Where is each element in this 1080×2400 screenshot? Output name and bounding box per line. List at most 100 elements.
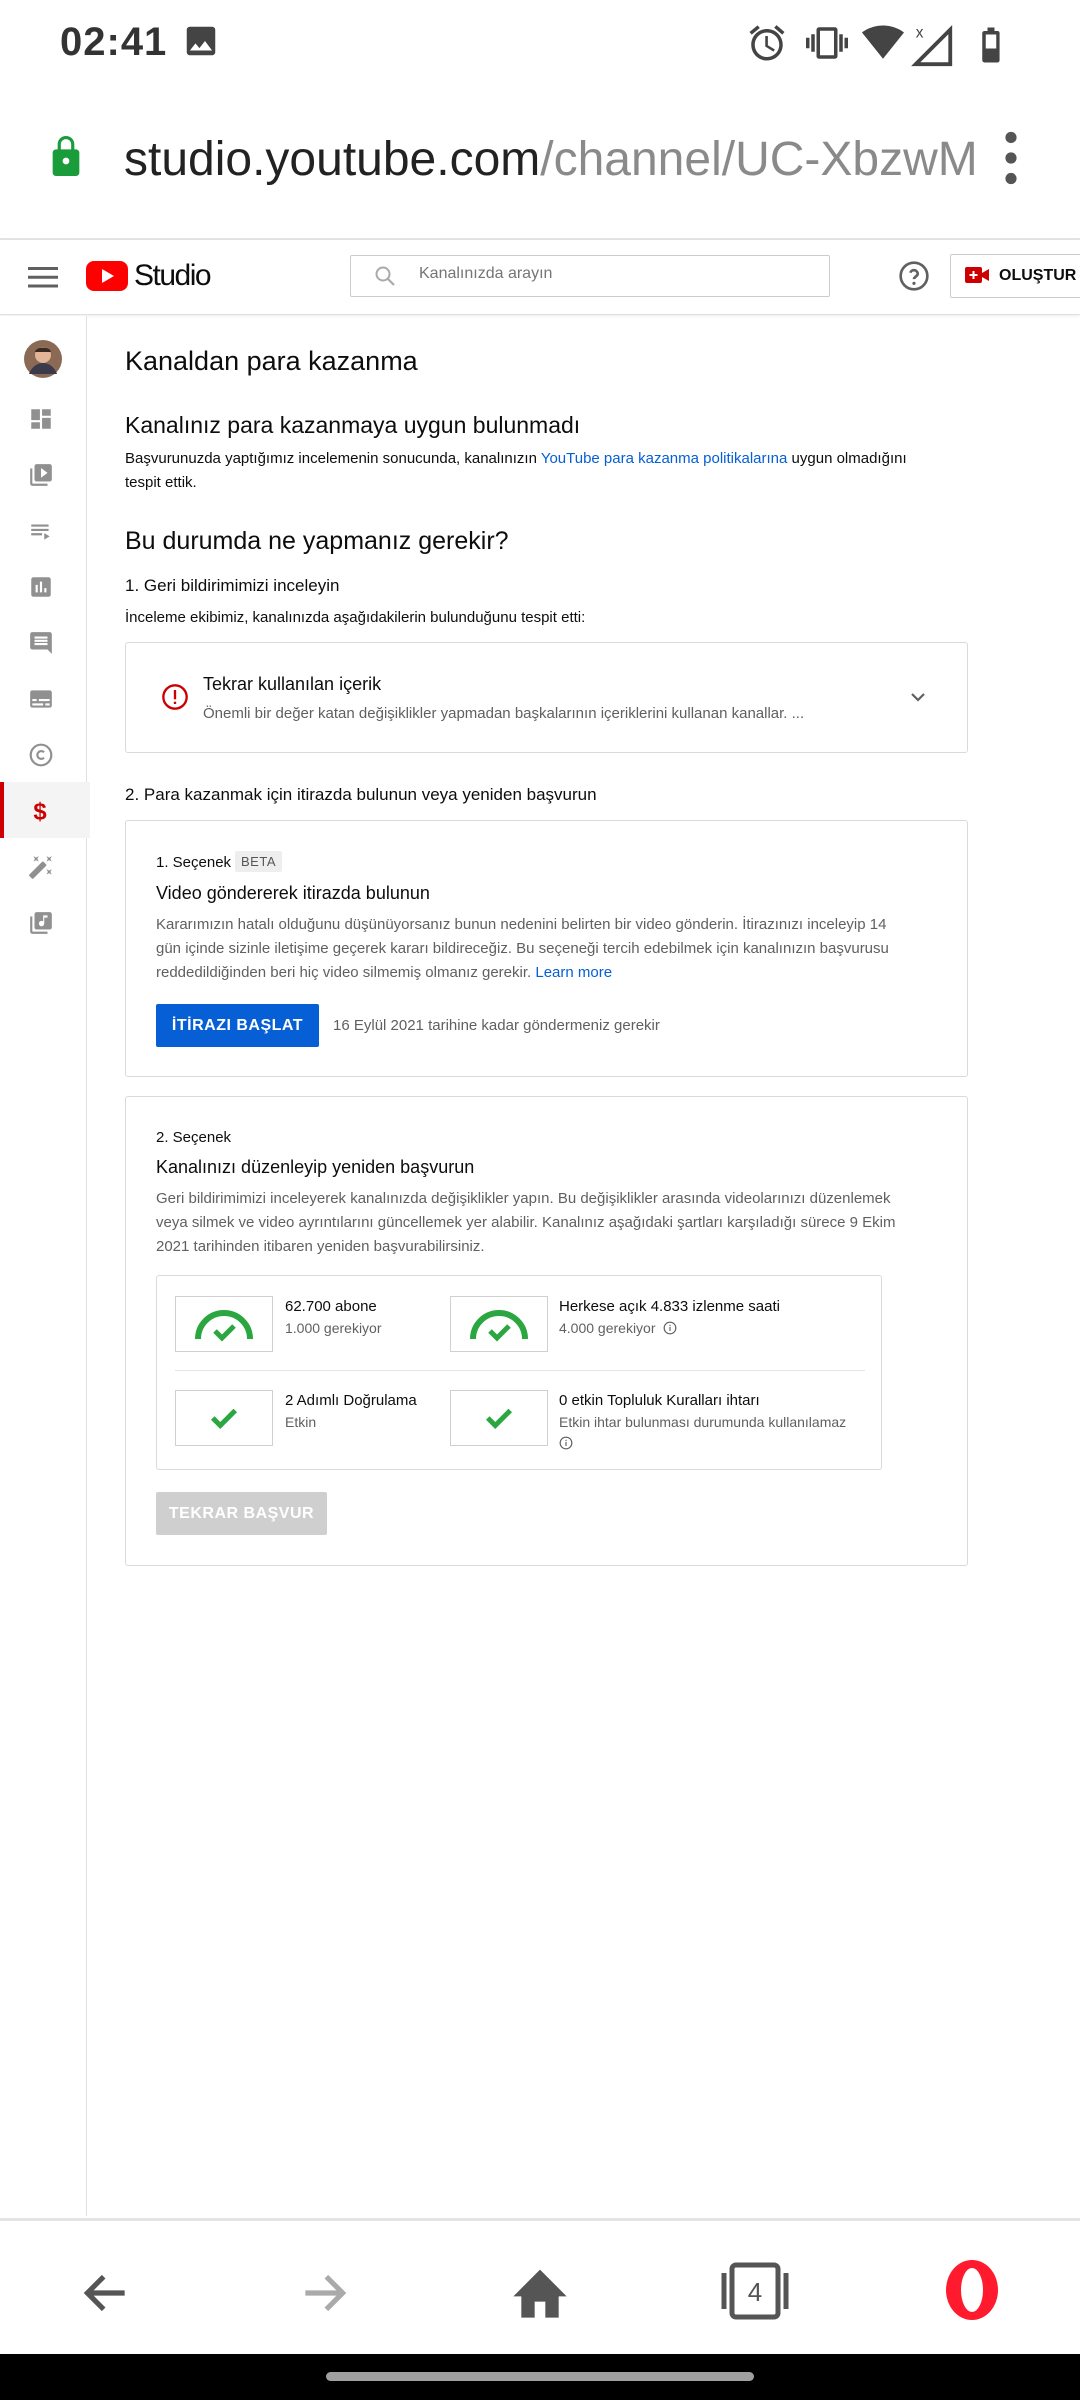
gauge-box-subscribers (175, 1296, 273, 1352)
issue-description: Önemli bir değer katan değişiklikler yap… (203, 705, 805, 722)
req-strikes-title: 0 etkin Topluluk Kuralları ihtarı (559, 1392, 760, 1409)
vibrate-icon (806, 27, 848, 59)
sidebar-item-customization[interactable] (0, 838, 86, 894)
info-icon[interactable] (559, 1436, 573, 1450)
appeal-deadline: 16 Eylül 2021 tarihine kadar göndermeniz… (333, 1017, 660, 1034)
youtube-logo-icon (86, 261, 128, 291)
browser-url-bar[interactable]: studio.youtube.com/channel/UC-XbzwM (0, 90, 1080, 241)
gauge-check-icon (470, 1310, 528, 1342)
analytics-icon (31, 577, 51, 597)
option2-card: 2. Seçenek Kanalınızı düzenleyip yeniden… (125, 1096, 968, 1566)
learn-more-link[interactable]: Learn more (535, 964, 612, 981)
status-text-part-2: uygun olmadığını (787, 450, 907, 467)
svg-text:$: $ (33, 799, 46, 824)
svg-text:x: x (916, 24, 924, 41)
back-arrow-icon[interactable] (78, 2265, 134, 2321)
sidebar-item-comments[interactable] (0, 614, 86, 670)
create-button[interactable]: OLUŞTUR (950, 254, 1080, 298)
status-text-part-1: Başvurunuzda yaptığımız incelemenin sonu… (125, 450, 541, 467)
error-icon (162, 684, 188, 710)
req-2sv-sub: Etkin (285, 1414, 317, 1430)
dashboard-icon (31, 409, 51, 429)
what-to-do-heading: Bu durumda ne yapmanız gerekir? (125, 527, 509, 555)
status-time: 02:41 (60, 20, 168, 64)
chevron-down-icon[interactable] (906, 685, 930, 709)
sidebar: $ (0, 316, 90, 2216)
sidebar-item-avatar[interactable] (0, 330, 86, 390)
option2-desc-line-2: veya silmek ve video ayrıntılarını günce… (156, 1214, 896, 1231)
req-strikes-sub: Etkin ihtar bulunması durumunda kullanıl… (559, 1414, 847, 1430)
studio-logo-text: Studio (134, 259, 212, 292)
gauge-check-icon (195, 1310, 253, 1342)
copyright-icon (29, 743, 53, 767)
info-icon[interactable] (663, 1321, 677, 1335)
content-icon (30, 464, 52, 486)
tab-count: 4 (747, 2277, 763, 2307)
url-path: /channel/UC-XbzwM (540, 133, 978, 186)
help-icon[interactable] (898, 260, 930, 292)
page-title: Kanaldan para kazanma (125, 346, 418, 376)
sidebar-item-analytics[interactable] (0, 558, 86, 614)
forward-arrow-icon[interactable] (296, 2265, 352, 2321)
beta-badge: BETA (235, 851, 282, 872)
req-watch-hours-sub: 4.000 gerekiyor (559, 1320, 677, 1336)
option1-card: 1. Seçenek BETA Video göndererek itirazd… (125, 820, 968, 1077)
search-bar[interactable] (350, 255, 830, 297)
search-icon (375, 266, 395, 286)
lock-icon (52, 136, 80, 176)
option2-desc-line-3: 2021 tarihinden itibaren yeniden başvura… (156, 1238, 485, 1255)
option1-title: Video göndererek itirazda bulunun (156, 883, 430, 903)
issue-title: Tekrar kullanılan içerik (203, 674, 382, 694)
sidebar-item-monetization[interactable]: $ (0, 782, 90, 838)
option1-label: 1. Seçenek (156, 854, 232, 871)
gauge-box-watch-hours (450, 1296, 548, 1352)
sidebar-item-playlists[interactable] (0, 502, 86, 558)
youtube-studio-logo[interactable]: Studio (86, 259, 216, 297)
sidebar-item-copyright[interactable] (0, 726, 86, 782)
video-camera-icon (965, 267, 989, 283)
req-subscribers-sub: 1.000 gerekiyor (285, 1320, 382, 1336)
req-watch-hours-sub-text: 4.000 gerekiyor (559, 1320, 656, 1336)
req-2sv-title: 2 Adımlı Doğrulama (285, 1392, 417, 1409)
sidebar-item-content[interactable] (0, 446, 86, 502)
sidebar-item-subtitles[interactable] (0, 670, 86, 726)
option1-desc-line-3: reddedildiğinden beri hiç video silmemiş… (156, 961, 612, 985)
avatar (24, 340, 62, 378)
step1-heading: 1. Geri bildirimimizi inceleyin (125, 576, 340, 595)
signal-icon: x (911, 24, 953, 67)
opera-logo-icon[interactable] (942, 2257, 1002, 2323)
start-appeal-button[interactable]: İTİRAZI BAŞLAT (156, 1004, 319, 1047)
status-heading: Kanalınız para kazanmaya uygun bulunmadı (125, 412, 581, 438)
monetization-policies-link[interactable]: YouTube para kazanma politikalarına (541, 450, 788, 467)
more-vert-icon[interactable] (996, 130, 1026, 186)
studio-header: Studio OLUŞTUR (0, 240, 1080, 315)
monetization-icon: $ (33, 799, 46, 824)
subtitles-icon (30, 690, 52, 708)
sidebar-item-audio-library[interactable] (0, 894, 86, 950)
menu-icon[interactable] (28, 264, 58, 290)
browser-bottom-nav: 4 (0, 2218, 1080, 2357)
check-box-2sv (175, 1390, 273, 1446)
check-icon (485, 1408, 513, 1430)
tabs-button[interactable]: 4 (720, 2259, 790, 2323)
option2-label: 2. Seçenek (156, 1129, 232, 1146)
step2-heading: 2. Para kazanmak için itirazda bulunun v… (125, 785, 597, 804)
alarm-icon (749, 25, 785, 61)
image-icon (186, 26, 216, 56)
url-text[interactable]: studio.youtube.com/channel/UC-XbzwM (124, 132, 978, 187)
issue-card[interactable]: Tekrar kullanılan içerik Önemli bir değe… (125, 642, 968, 753)
reapply-button[interactable]: TEKRAR BAŞVUR (156, 1492, 327, 1535)
home-icon[interactable] (508, 2261, 572, 2321)
requirements-divider (175, 1370, 865, 1371)
check-icon (210, 1408, 238, 1430)
sidebar-item-dashboard[interactable] (0, 390, 86, 446)
check-box-strikes (450, 1390, 548, 1446)
gesture-pill[interactable] (326, 2372, 754, 2381)
search-input[interactable] (417, 264, 801, 284)
create-label: OLUŞTUR (999, 267, 1077, 284)
option1-desc-line-2: gün içinde sizinle iletişime geçerek kar… (156, 940, 889, 957)
wifi-icon (862, 25, 904, 59)
option1-desc-text: reddedildiğinden beri hiç video silmemiş… (156, 964, 536, 981)
customization-icon (29, 856, 52, 879)
comments-icon (30, 632, 52, 654)
